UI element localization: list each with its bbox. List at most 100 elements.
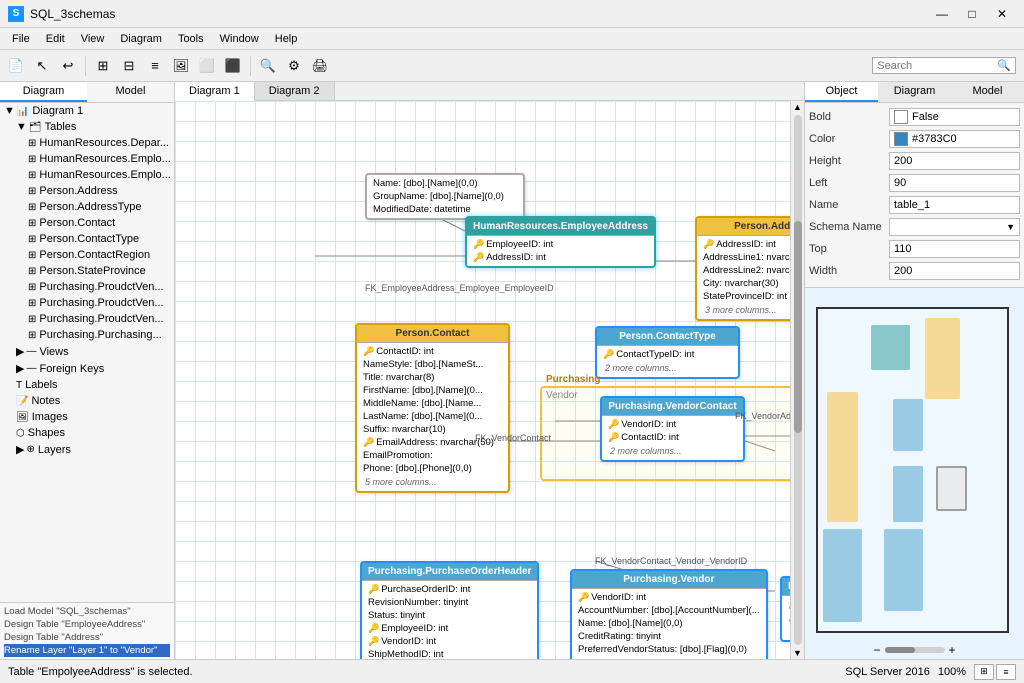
table-vendor-contact[interactable]: Purchasing.VendorContact 🔑VendorID: int … — [600, 396, 745, 462]
menu-diagram[interactable]: Diagram — [112, 31, 170, 47]
sidebar-item-purchpurch[interactable]: ⊞ Purchasing.Purchasing... — [0, 327, 174, 343]
menu-help[interactable]: Help — [267, 31, 306, 47]
col-row: CreditRating: tinyint — [576, 630, 762, 643]
right-tab-object[interactable]: Object — [805, 82, 878, 102]
prop-value-schema[interactable]: ▼ — [889, 218, 1020, 236]
sidebar-item-purchprodven3[interactable]: ⊞ Purchasing.ProudctVen... — [0, 311, 174, 327]
sidebar-item-personaddress[interactable]: ⊞ Person.Address — [0, 183, 174, 199]
view-btn-list[interactable]: ≡ — [996, 664, 1016, 680]
prop-value-left[interactable]: 90 — [889, 174, 1020, 192]
prop-value-color[interactable]: #3783C0 — [889, 130, 1020, 148]
expand-arrow-layers[interactable]: ▶ — [16, 443, 24, 456]
maximize-button[interactable]: □ — [958, 4, 986, 24]
sidebar-labels-section[interactable]: T Labels — [0, 377, 174, 393]
menu-edit[interactable]: Edit — [38, 31, 73, 47]
close-button[interactable]: ✕ — [988, 4, 1016, 24]
sidebar-item-purchprodven2[interactable]: ⊞ Purchasing.ProudctVen... — [0, 295, 174, 311]
search-icon: 🔍 — [997, 59, 1011, 72]
table-person-contact[interactable]: Person.Contact 🔑ContactID: int NameStyle… — [355, 323, 510, 493]
minimap-zoom-track[interactable] — [885, 647, 945, 653]
table-contact-type[interactable]: Person.ContactType 🔑ContactTypeID: int 2… — [595, 326, 740, 379]
v-scroll-track[interactable] — [794, 115, 802, 645]
sidebar-item-hrdepar[interactable]: ⊞ HumanResources.Depar... — [0, 135, 174, 151]
col-row: 🔑VendorID: int — [576, 591, 762, 604]
sidebar-item-hremplo1[interactable]: ⊞ HumanResources.Emplo... — [0, 151, 174, 167]
zoom-tool[interactable]: 🔍 — [256, 54, 280, 78]
expand-arrow-fk[interactable]: ▶ — [16, 362, 24, 375]
sidebar-item-personcontact[interactable]: ⊞ Person.Contact — [0, 215, 174, 231]
canvas-wrapper[interactable]: Name: [dbo].[Name](0,0) GroupName: [dbo]… — [175, 101, 804, 659]
minimap-zoom-out[interactable]: − — [873, 643, 880, 657]
image-tool[interactable]: 🖼 — [169, 54, 193, 78]
sidebar-item-personstateprv[interactable]: ⊞ Person.StateProvince — [0, 263, 174, 279]
right-tab-model[interactable]: Model — [951, 82, 1024, 102]
menu-window[interactable]: Window — [212, 31, 267, 47]
diagram-tab-1[interactable]: Diagram 1 — [175, 82, 255, 101]
minimap-viewport[interactable] — [816, 307, 1009, 633]
table-purchase-order[interactable]: Purchasing.PurchaseOrderHeader 🔑Purchase… — [360, 561, 539, 659]
scroll-up-button[interactable]: ▲ — [792, 101, 804, 113]
table-hrdepar[interactable]: Name: [dbo].[Name](0,0) GroupName: [dbo]… — [365, 173, 525, 220]
cursor-tool[interactable]: ↖ — [30, 54, 54, 78]
expand-arrow-diagram1[interactable]: ▼ — [4, 105, 15, 117]
table-person-address[interactable]: Person.Address 🔑AddressID: int AddressLi… — [695, 216, 804, 321]
bold-checkbox[interactable] — [894, 110, 908, 124]
menu-file[interactable]: File — [4, 31, 38, 47]
status-message: Table "EmpolyeeAddress" is selected. — [8, 666, 837, 678]
views-icon: — — [26, 346, 36, 357]
view-tool[interactable]: ⊟ — [117, 54, 141, 78]
minimap[interactable]: − + — [805, 287, 1024, 659]
expand-arrow-tables[interactable]: ▼ — [16, 121, 27, 133]
minimap-zoom-thumb[interactable] — [885, 647, 915, 653]
diagram-tab-2[interactable]: Diagram 2 — [255, 82, 335, 100]
table-employee-address[interactable]: HumanResources.EmployeeAddress 🔑Employee… — [465, 216, 656, 268]
align-tool[interactable]: ≡ — [143, 54, 167, 78]
sidebar-shapes-section[interactable]: ⬡ Shapes — [0, 425, 174, 441]
sidebar-layers-section[interactable]: ▶ ⊕ Layers — [0, 441, 174, 458]
prop-value-width[interactable]: 200 — [889, 262, 1020, 280]
prop-value-top[interactable]: 110 — [889, 240, 1020, 258]
prop-value-height[interactable]: 200 — [889, 152, 1020, 170]
sidebar-tab-model[interactable]: Model — [87, 82, 174, 102]
menu-view[interactable]: View — [73, 31, 113, 47]
sidebar-diagram1[interactable]: ▼ 📊 Diagram 1 — [0, 103, 174, 119]
minimap-zoom-in[interactable]: + — [949, 643, 956, 657]
sidebar-item-personcontacttype[interactable]: ⊞ Person.ContactType — [0, 231, 174, 247]
col-row: 🔑EmployeeID: int — [366, 622, 533, 635]
prop-value-bold[interactable]: False — [889, 108, 1020, 126]
table-vendor[interactable]: Purchasing.Vendor 🔑VendorID: int Account… — [570, 569, 768, 659]
color-swatch-box[interactable] — [894, 132, 908, 146]
v-scrollbar[interactable]: ▲ ▼ — [790, 101, 804, 659]
menu-tools[interactable]: Tools — [170, 31, 212, 47]
import-tool[interactable]: ⬛ — [221, 54, 245, 78]
key-icon: 🔑 — [473, 252, 484, 263]
right-tab-diagram[interactable]: Diagram — [878, 82, 951, 102]
sidebar-item-personaddresstype[interactable]: ⊞ Person.AddressType — [0, 199, 174, 215]
sidebar-fk-section[interactable]: ▶ — Foreign Keys — [0, 360, 174, 377]
view-btn-grid[interactable]: ⊞ — [974, 664, 994, 680]
export-tool[interactable]: ⬜ — [195, 54, 219, 78]
schema-dropdown-icon[interactable]: ▼ — [1006, 222, 1015, 232]
sidebar-images-section[interactable]: 🖼 Images — [0, 409, 174, 425]
search-input[interactable] — [877, 60, 997, 72]
sidebar-item-purchprodven1[interactable]: ⊞ Purchasing.ProudctVen... — [0, 279, 174, 295]
expand-arrow-views[interactable]: ▶ — [16, 345, 24, 358]
search-box[interactable]: 🔍 — [872, 57, 1016, 74]
settings-tool[interactable]: ⚙ — [282, 54, 306, 78]
table-icon: ⊞ — [28, 314, 36, 325]
sidebar-views-section[interactable]: ▶ — Views — [0, 343, 174, 360]
v-scroll-thumb[interactable] — [794, 221, 802, 433]
sidebar-notes-section[interactable]: 📝 Notes — [0, 393, 174, 409]
canvas[interactable]: Name: [dbo].[Name](0,0) GroupName: [dbo]… — [175, 101, 804, 659]
sidebar-tables-section[interactable]: ▼ 🗂 Tables — [0, 119, 174, 135]
print-tool[interactable]: 🖨 — [308, 54, 332, 78]
table-tool[interactable]: ⊞ — [91, 54, 115, 78]
prop-value-name[interactable]: table_1 — [889, 196, 1020, 214]
sidebar-item-personcontactregion[interactable]: ⊞ Person.ContactRegion — [0, 247, 174, 263]
sidebar-tab-diagram[interactable]: Diagram — [0, 82, 87, 102]
undo-button[interactable]: ↩ — [56, 54, 80, 78]
sidebar-item-hremplo2[interactable]: ⊞ HumanResources.Emplo... — [0, 167, 174, 183]
new-button[interactable]: 📄 — [4, 54, 28, 78]
scroll-down-button[interactable]: ▼ — [792, 647, 804, 659]
minimize-button[interactable]: — — [928, 4, 956, 24]
